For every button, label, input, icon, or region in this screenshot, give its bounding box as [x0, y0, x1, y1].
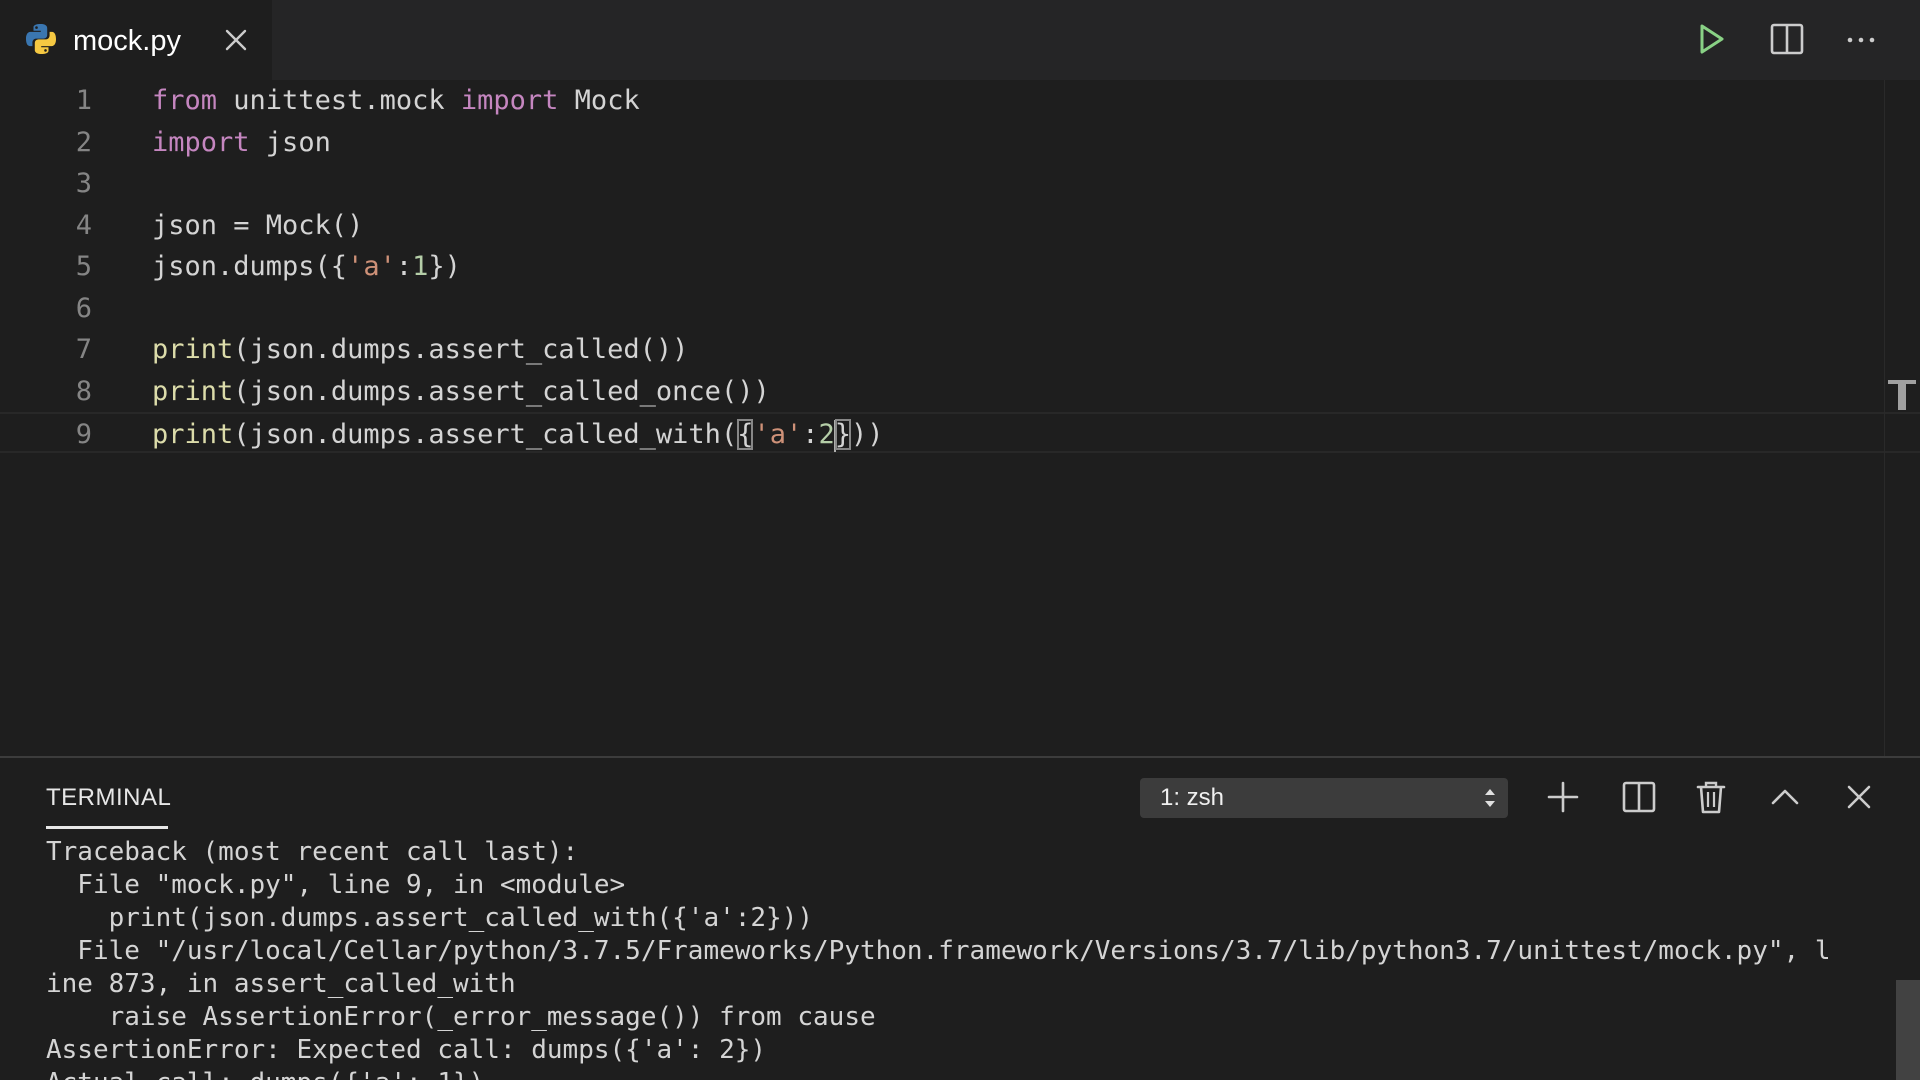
tab-mock-py[interactable]: mock.py [0, 0, 272, 80]
line-number: 7 [75, 334, 92, 365]
code-token: (json.dumps.assert_called()) [233, 334, 689, 365]
code-token: : [395, 251, 413, 282]
split-editor-icon[interactable] [1768, 20, 1806, 58]
code-text: print(json.dumps.assert_called()) [152, 329, 688, 370]
code-token: 'a' [347, 251, 396, 282]
code-line[interactable]: 2 import json [0, 122, 1920, 163]
play-icon[interactable] [1692, 20, 1730, 58]
code-text: print(json.dumps.assert_called_once()) [152, 371, 770, 412]
line-number: 4 [75, 209, 92, 241]
editor-scrollbar[interactable] [1884, 80, 1920, 756]
terminal-panel: TERMINAL 1: zsh Traceback (most recent c… [0, 756, 1920, 1080]
code-line[interactable]: 1 from unittest.mock import Mock [0, 80, 1920, 121]
close-icon[interactable] [222, 26, 250, 54]
code-token: Mock [558, 85, 640, 116]
code-line[interactable]: 9 print(json.dumps.assert_called_with({'a… [0, 412, 1920, 453]
terminal-select[interactable]: 1: zsh [1140, 778, 1508, 818]
code-text: json = Mock() [152, 205, 363, 246]
code-text: from unittest.mock import Mock [152, 80, 640, 121]
terminal-line: AssertionError: Expected call: dumps({'a… [46, 1035, 767, 1065]
plus-icon[interactable] [1544, 778, 1582, 816]
line-number: 3 [75, 168, 92, 199]
code-token: 1 [412, 251, 429, 282]
active-tab-indicator [46, 826, 168, 829]
python-icon [26, 24, 56, 54]
code-token: json = Mock() [152, 209, 364, 241]
code-line[interactable]: 6 [0, 288, 1920, 329]
code-token: print [152, 375, 234, 407]
matched-bracket: } [834, 419, 852, 450]
line-number: 5 [75, 251, 92, 282]
code-token: from [152, 85, 218, 116]
terminal-line: File "/usr/local/Cellar/python/3.7.5/Fra… [46, 936, 1831, 966]
code-line[interactable]: 4 json = Mock() [0, 205, 1920, 246]
select-arrows-icon [1485, 789, 1495, 807]
code-token: (json.dumps.assert_called_with( [233, 419, 738, 450]
code-token: }) [428, 251, 461, 282]
code-token: 'a' [753, 419, 803, 450]
editor-tab-bar: mock.py [0, 0, 1920, 80]
code-token: print [152, 334, 234, 365]
terminal-line: Actual call: dumps({'a': 1}) [46, 1067, 1876, 1080]
code-line[interactable]: 3 [0, 163, 1920, 204]
line-number: 9 [75, 419, 92, 450]
terminal-line: Traceback (most recent call last): [46, 837, 579, 867]
code-token: json.dumps({ [152, 251, 348, 282]
code-token: print [152, 419, 234, 450]
ellipsis-icon[interactable] [1842, 20, 1880, 58]
chevron-up-icon[interactable] [1766, 778, 1804, 816]
code-token: import [460, 85, 559, 116]
code-token: unittest.mock [217, 85, 461, 116]
code-text: import json [152, 122, 331, 163]
code-token: json [249, 126, 331, 158]
matched-bracket: { [737, 419, 754, 450]
code-text: json.dumps({'a':1}) [152, 246, 461, 287]
code-token: import [152, 126, 250, 158]
tab-label: mock.py [73, 25, 181, 57]
split-terminal-icon[interactable] [1620, 778, 1658, 816]
overview-ruler-icon [1888, 380, 1916, 410]
code-line[interactable]: 7 print(json.dumps.assert_called()) [0, 329, 1920, 370]
terminal-select-value: 1: zsh [1160, 784, 1225, 811]
line-number: 8 [75, 375, 92, 407]
line-number: 6 [75, 292, 92, 324]
code-token: (json.dumps.assert_called_once()) [233, 375, 770, 407]
code-text: print(json.dumps.assert_called_with({'a'… [152, 414, 884, 455]
terminal-line: print(json.dumps.assert_called_with({'a'… [46, 903, 814, 933]
trash-icon[interactable] [1692, 778, 1730, 816]
terminal-output[interactable]: Traceback (most recent call last): File … [46, 836, 1876, 1080]
code-token: : [802, 419, 819, 450]
code-line[interactable]: 5 json.dumps({'a':1}) [0, 246, 1920, 287]
terminal-scrollbar-thumb[interactable] [1896, 980, 1920, 1080]
terminal-line: ine 873, in assert_called_with [46, 969, 516, 999]
line-number: 2 [75, 126, 92, 158]
code-line[interactable]: 8 print(json.dumps.assert_called_once()) [0, 371, 1920, 412]
terminal-line: File "mock.py", line 9, in <module> [46, 870, 626, 900]
terminal-line: raise AssertionError(_error_message()) f… [46, 1002, 876, 1032]
close-icon[interactable] [1840, 778, 1878, 816]
vscode-window: mock.py 1 from unittest.mock import Mock 2… [0, 0, 1920, 1080]
code-token: 2 [818, 419, 835, 450]
code-editor[interactable]: 1 from unittest.mock import Mock 2 import j… [0, 80, 1920, 756]
line-number: 1 [75, 85, 92, 116]
code-token: )) [851, 419, 884, 450]
tab-terminal[interactable]: TERMINAL [46, 784, 171, 812]
